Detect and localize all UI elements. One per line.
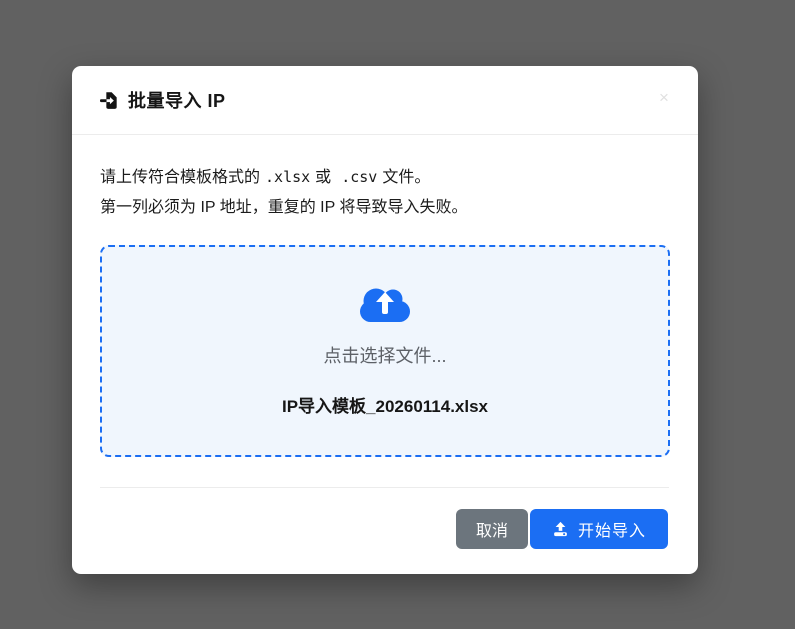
upload-icon — [552, 521, 569, 538]
file-dropzone[interactable]: 点击选择文件... IP导入模板_20260114.xlsx — [100, 245, 670, 457]
cancel-button[interactable]: 取消 — [455, 509, 528, 549]
instruction-line-1: 请上传符合模板格式的 .xlsx 或 .csv 文件。 — [100, 162, 670, 193]
upload-instructions: 请上传符合模板格式的 .xlsx 或 .csv 文件。 第一列必须为 IP 地址，重复的… — [100, 162, 670, 223]
instruction-line-2: 第一列必须为 IP 地址，重复的 IP 将导致导入失败。 — [100, 199, 468, 216]
xlsx-extension: .xlsx — [265, 168, 311, 186]
dropzone-prompt[interactable]: 点击选择文件... — [323, 342, 446, 368]
selected-template-filename: IP导入模板_20260114.xlsx — [281, 397, 489, 416]
cloud-upload-icon — [358, 285, 412, 330]
close-icon[interactable]: × — [656, 89, 672, 106]
instruction-line1-prefix: 请上传符合模板格式的 — [100, 169, 261, 186]
file-import-icon — [100, 91, 119, 110]
start-import-label: 开始导入 — [577, 523, 646, 540]
dialog-title: 批量导入 IP — [128, 91, 226, 111]
csv-extension: .csv — [341, 168, 378, 186]
dialog-footer: 取消 开始导入 — [72, 488, 698, 549]
instruction-line1-suffix: 文件。 — [382, 169, 431, 186]
instruction-conjunction: 或 — [315, 169, 332, 186]
batch-import-ip-dialog: 批量导入 IP × 请上传符合模板格式的 .xlsx 或 .csv 文件。 第一列必须为… — [72, 66, 698, 574]
dialog-header: 批量导入 IP × — [72, 66, 698, 135]
dialog-body: 请上传符合模板格式的 .xlsx 或 .csv 文件。 第一列必须为 IP 地址，重复的… — [72, 135, 698, 457]
start-import-button[interactable]: 开始导入 — [529, 509, 668, 549]
